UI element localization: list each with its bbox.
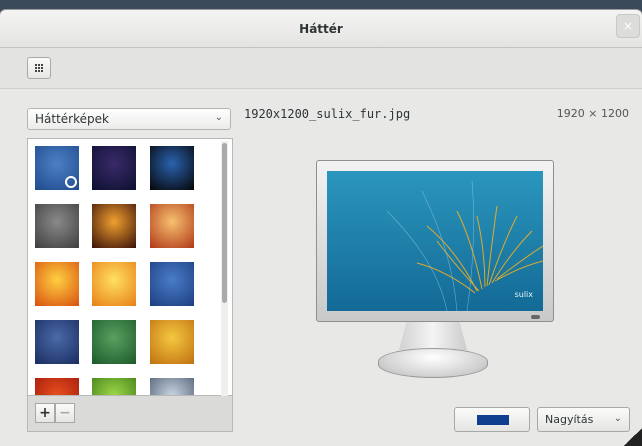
selected-check-icon (65, 176, 77, 188)
preview-resolution: 1920 × 1200 (556, 107, 629, 120)
source-selected-label: Háttérképek (35, 112, 109, 126)
fur-artwork (386, 180, 543, 311)
wallpaper-thumbnail-bokeh-night[interactable] (92, 146, 136, 190)
scrollbar-thumb[interactable] (222, 143, 227, 303)
title-bar: Háttér × (0, 10, 642, 48)
wallpaper-thumbnail-blue-stripes[interactable] (35, 146, 79, 190)
power-led-icon (531, 315, 540, 319)
wallpaper-thumbnail-blue-lines[interactable] (150, 262, 194, 306)
monitor-bezel: sulix (316, 160, 554, 322)
resize-corner[interactable] (624, 428, 642, 446)
wallpaper-thumbnail-red-flower[interactable] (35, 378, 79, 395)
wallpaper-thumbnail-blue-texture[interactable] (35, 320, 79, 364)
wallpaper-thumbnail-warm-glow[interactable] (150, 204, 194, 248)
add-wallpaper-button[interactable]: + (35, 403, 55, 423)
window-title: Háttér (299, 21, 343, 36)
wallpaper-thumbnail-gold-texture[interactable] (150, 320, 194, 364)
close-button[interactable]: × (616, 14, 640, 38)
source-dropdown[interactable]: Háttérképek ⌄ (27, 108, 231, 130)
wallpaper-thumbnail-cloud-sky[interactable] (150, 378, 194, 395)
wallpaper-preview: sulix (327, 171, 543, 311)
plus-icon: + (39, 405, 51, 421)
wallpaper-thumbnail-green-grass[interactable] (92, 378, 136, 395)
scaling-mode-dropdown[interactable]: Nagyítás ⌄ (537, 407, 630, 432)
grid-icon (34, 63, 44, 73)
preview-filename: 1920x1200_sulix_fur.jpg (244, 107, 411, 121)
brand-logo-text: sulix (514, 290, 533, 299)
wallpaper-thumbnail-yellow-flare[interactable] (92, 262, 136, 306)
minus-icon: − (59, 405, 71, 421)
monitor-base (378, 348, 488, 378)
grid-view-button[interactable] (27, 57, 51, 79)
chevron-down-icon: ⌄ (613, 413, 622, 424)
scaling-mode-label: Nagyítás (545, 413, 594, 426)
chevron-down-icon: ⌄ (214, 112, 223, 123)
background-color-button[interactable] (454, 407, 530, 432)
color-swatch (477, 415, 509, 425)
wallpaper-list (27, 138, 233, 396)
wallpaper-scrollbar[interactable] (221, 141, 228, 397)
remove-wallpaper-button[interactable]: − (55, 403, 75, 423)
wallpaper-thumbnail-sunset-road[interactable] (92, 204, 136, 248)
wallpaper-thumbnail-grey-drops[interactable] (35, 204, 79, 248)
close-icon: × (622, 19, 634, 33)
wallpaper-thumbnail-earth[interactable] (150, 146, 194, 190)
list-controls: + − (27, 396, 233, 432)
monitor-preview: sulix (316, 160, 554, 382)
toolbar (0, 48, 642, 89)
wallpaper-thumbnail-green-texture[interactable] (92, 320, 136, 364)
wallpaper-thumbnail-orange-flare[interactable] (35, 262, 79, 306)
monitor-neck (398, 322, 468, 350)
